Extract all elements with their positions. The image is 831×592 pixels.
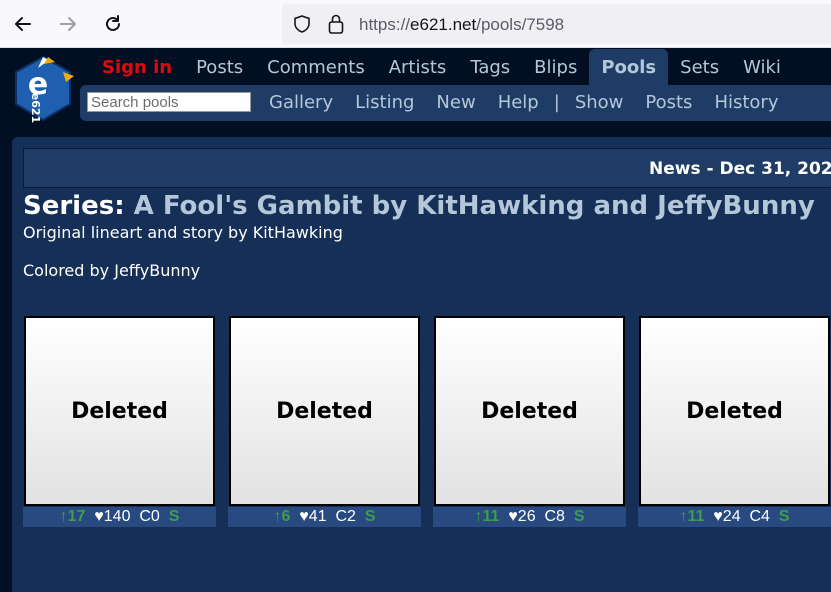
subnav-posts[interactable]: Posts (634, 85, 703, 121)
search-pools-input[interactable] (87, 92, 251, 112)
post-thumbnail[interactable]: Deleted (639, 316, 830, 506)
rating: S (573, 508, 585, 525)
score: ↑11 (474, 508, 500, 525)
subnav-show[interactable]: Show (564, 85, 635, 121)
nav-tags[interactable]: Tags (458, 49, 522, 85)
favorites: ♥26 (508, 508, 536, 525)
pool-category: Series: (23, 191, 125, 221)
post-stats: ↑6 ♥41 C2 S (228, 507, 421, 527)
subnav-gallery[interactable]: Gallery (258, 85, 344, 121)
nav-pools[interactable]: Pools (589, 49, 669, 85)
pool-description-line: Colored by JeffyBunny (23, 261, 201, 280)
favorites: ♥41 (299, 508, 327, 525)
favorites: ♥140 (94, 508, 131, 525)
score: ↑17 (59, 508, 86, 525)
nav-wiki[interactable]: Wiki (731, 49, 793, 85)
nav-artists[interactable]: Artists (377, 49, 459, 85)
nav-sign-in[interactable]: Sign in (90, 49, 184, 85)
comments: C4 (749, 508, 770, 525)
reload-icon[interactable] (99, 10, 127, 38)
subnav-history[interactable]: History (703, 85, 789, 121)
svg-text:e621: e621 (29, 93, 42, 123)
back-arrow-icon[interactable] (9, 10, 37, 38)
nav-comments[interactable]: Comments (255, 49, 377, 85)
address-bar[interactable]: https://e621.net/pools/7598 (282, 4, 831, 44)
comments: C8 (544, 508, 565, 525)
main-nav: Sign in Posts Comments Artists Tags Blip… (90, 49, 793, 85)
deleted-label: Deleted (71, 398, 168, 424)
post-stats: ↑11 ♥24 C4 S (638, 507, 831, 527)
e621-logo[interactable]: e e621 (8, 54, 78, 124)
news-banner[interactable]: News - Dec 31, 202 (23, 148, 831, 188)
forward-arrow-icon[interactable] (54, 10, 82, 38)
url-text: https://e621.net/pools/7598 (359, 15, 565, 34)
nav-sets[interactable]: Sets (668, 49, 731, 85)
comments: C2 (335, 508, 356, 525)
sub-nav: Gallery Listing New Help | Show Posts Hi… (80, 85, 831, 121)
favorites: ♥24 (713, 508, 741, 525)
deleted-label: Deleted (481, 398, 578, 424)
post-stats: ↑17 ♥140 C0 S (23, 507, 216, 527)
browser-toolbar: https://e621.net/pools/7598 (0, 0, 831, 48)
lock-icon[interactable] (326, 13, 346, 39)
post-thumbnail[interactable]: Deleted (24, 316, 215, 506)
post-stats: ↑11 ♥26 C8 S (433, 507, 626, 527)
news-text: News - Dec 31, 202 (649, 159, 831, 179)
subnav-separator: | (553, 92, 560, 113)
deleted-label: Deleted (276, 398, 373, 424)
post-thumbnail[interactable]: Deleted (229, 316, 420, 506)
nav-blips[interactable]: Blips (522, 49, 589, 85)
pool-description-line: Original lineart and story by KitHawking (23, 223, 343, 242)
post-thumbnail[interactable]: Deleted (434, 316, 625, 506)
pool-name[interactable]: A Fool's Gambit by KitHawking and JeffyB… (134, 191, 815, 221)
comments: C0 (139, 508, 160, 525)
subnav-new[interactable]: New (425, 85, 486, 121)
score: ↑11 (679, 508, 705, 525)
rating: S (364, 508, 376, 525)
subnav-listing[interactable]: Listing (344, 85, 425, 121)
deleted-label: Deleted (686, 398, 783, 424)
shield-icon[interactable] (292, 14, 312, 38)
pool-title: Series: A Fool's Gambit by KitHawking an… (23, 191, 815, 221)
rating: S (168, 508, 180, 525)
rating: S (778, 508, 790, 525)
score: ↑6 (273, 508, 291, 525)
nav-posts[interactable]: Posts (184, 49, 255, 85)
subnav-help[interactable]: Help (487, 85, 550, 121)
